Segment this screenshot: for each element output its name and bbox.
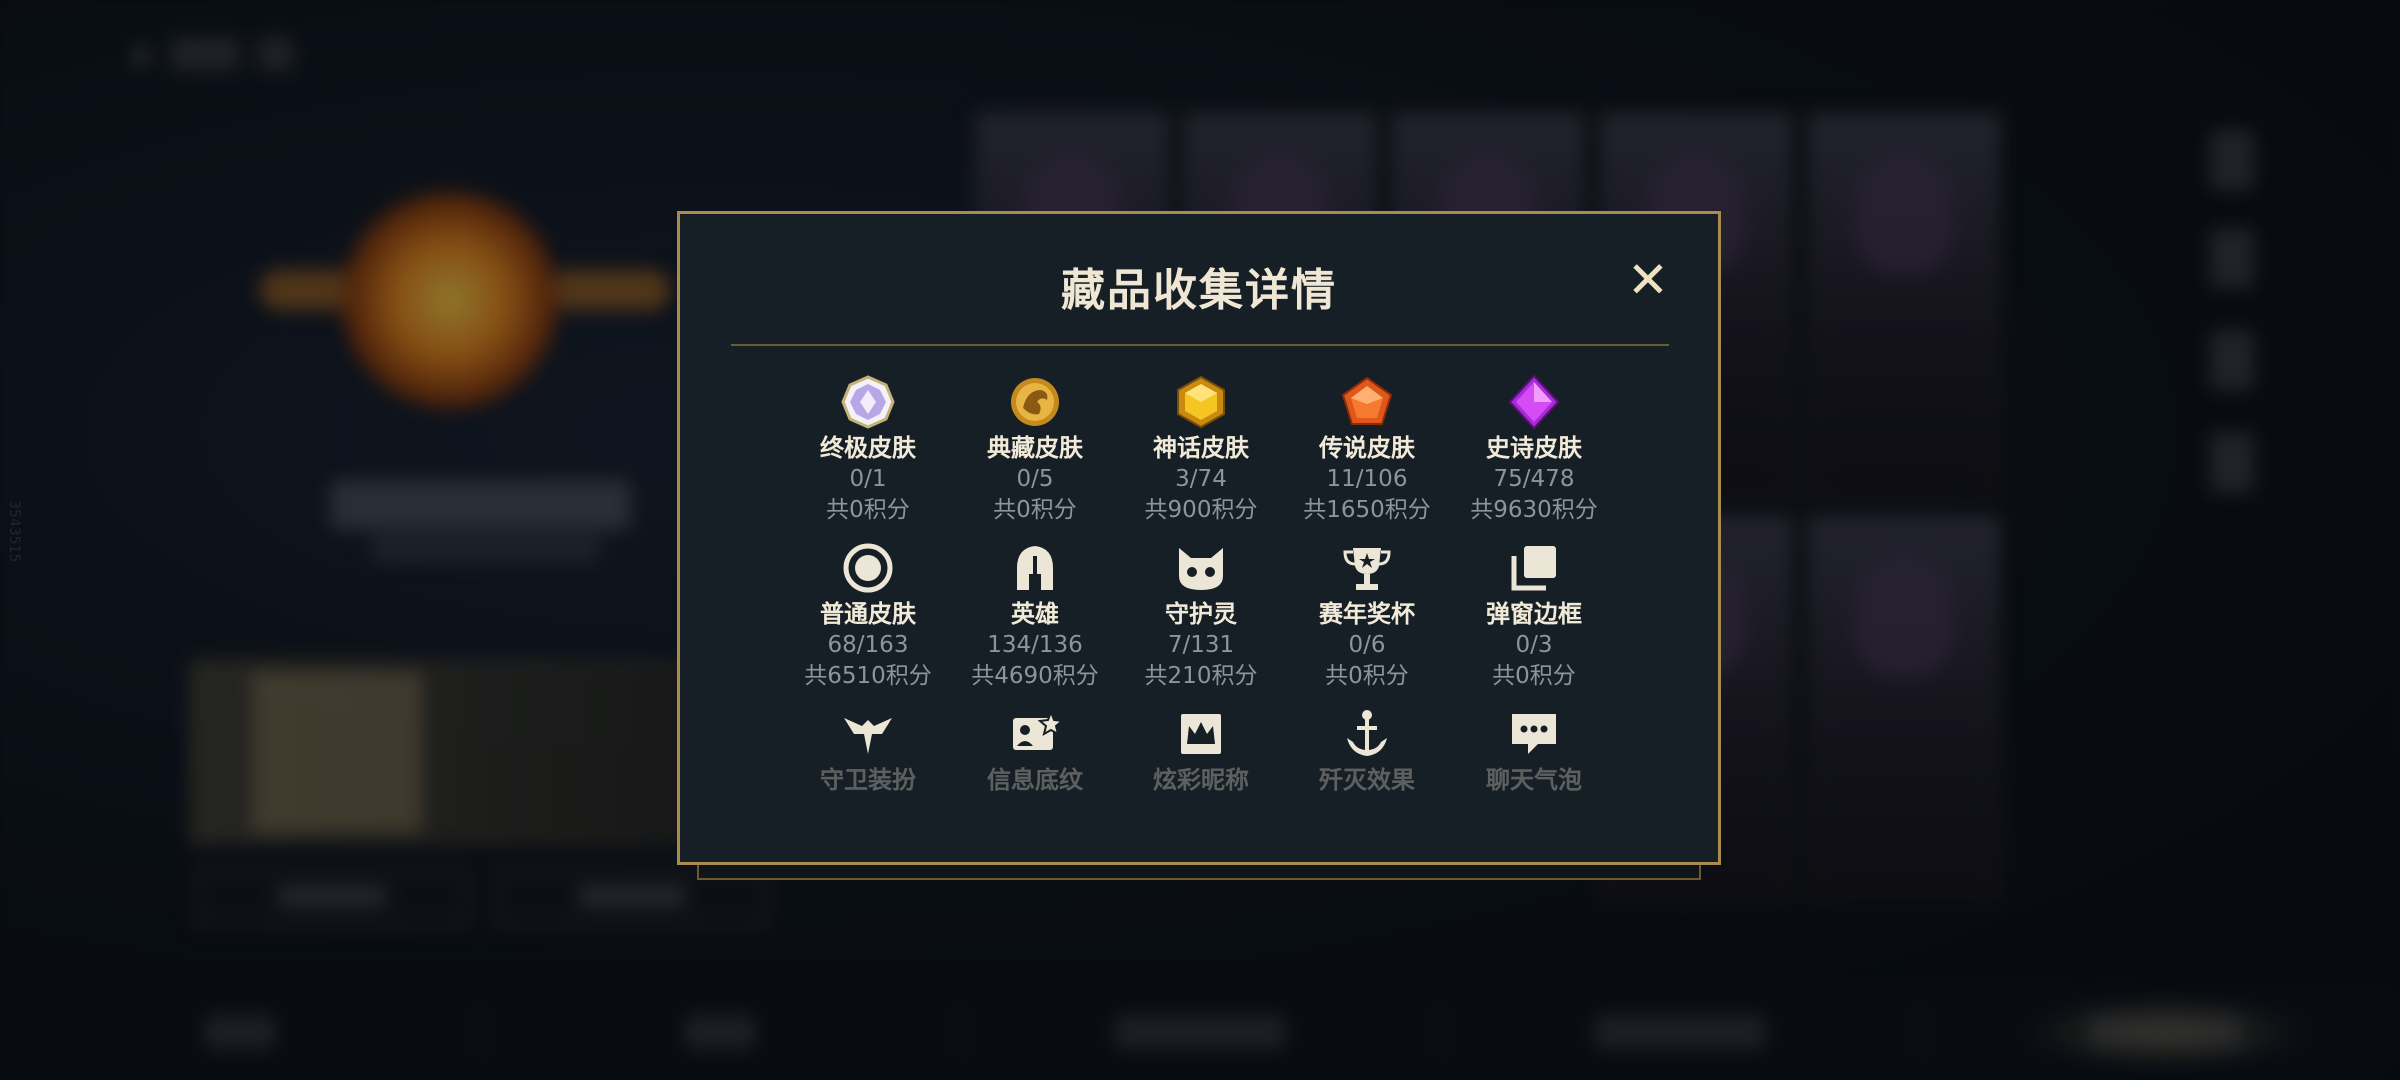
- collection-item-trophy[interactable]: 赛年奖杯 0/6 共0积分: [1282, 540, 1452, 692]
- collection-item-champion[interactable]: 英雄 134/136 共4690积分: [950, 540, 1120, 692]
- trophy-icon: [1343, 548, 1391, 590]
- collection-item-legendary[interactable]: 传说皮肤 11/106 共1650积分: [1282, 374, 1452, 526]
- collection-item-name-color[interactable]: 炫彩昵称: [1116, 706, 1286, 796]
- info-card-icon: [1013, 709, 1063, 750]
- collection-item-popup-frame[interactable]: 弹窗边框 0/3 共0积分: [1449, 540, 1619, 692]
- epic-skin-icon: [1508, 374, 1560, 430]
- standard-skin-icon: [843, 543, 893, 593]
- collection-item-chat-bubble[interactable]: 聊天气泡: [1449, 706, 1619, 796]
- ultimate-skin-icon: [841, 375, 895, 429]
- legendary-skin-icon: [1341, 376, 1393, 425]
- little-legend-icon: [1179, 548, 1223, 590]
- crown-name-icon: [1181, 714, 1221, 754]
- collection-item-collector[interactable]: 典藏皮肤 0/5 共0积分: [950, 374, 1120, 526]
- collection-item-mythic[interactable]: 神话皮肤 3/74 共900积分: [1116, 374, 1286, 526]
- popup-frame-icon: [1511, 546, 1556, 591]
- collection-details-modal: 藏品收集详情 ✕ 终极皮肤 0/1 共0积分 典藏皮肤 0/5 共0积分 神话皮…: [677, 211, 1721, 865]
- collection-item-epic[interactable]: 史诗皮肤 75/478 共9630积分: [1449, 374, 1619, 526]
- collector-skin-icon: [1011, 378, 1059, 426]
- collection-item-little-legend[interactable]: 守护灵 7/131 共210积分: [1116, 540, 1286, 692]
- collection-grid: 终极皮肤 0/1 共0积分 典藏皮肤 0/5 共0积分 神话皮肤 3/74 共9…: [680, 214, 1718, 862]
- collection-item-annihilation[interactable]: 歼灭效果: [1282, 706, 1452, 796]
- collection-item-standard[interactable]: 普通皮肤 68/163 共6510积分: [783, 540, 953, 692]
- collection-item-info-card[interactable]: 信息底纹: [950, 706, 1120, 796]
- chat-bubble-icon: [1512, 714, 1556, 754]
- ward-skin-icon: [844, 718, 892, 754]
- collection-item-ultimate[interactable]: 终极皮肤 0/1 共0积分: [783, 374, 953, 526]
- mythic-skin-icon: [1177, 375, 1225, 429]
- champion-helmet-icon: [1017, 546, 1053, 590]
- collection-item-ward-skin[interactable]: 守卫装扮: [783, 706, 953, 796]
- anchor-icon: [1347, 710, 1387, 756]
